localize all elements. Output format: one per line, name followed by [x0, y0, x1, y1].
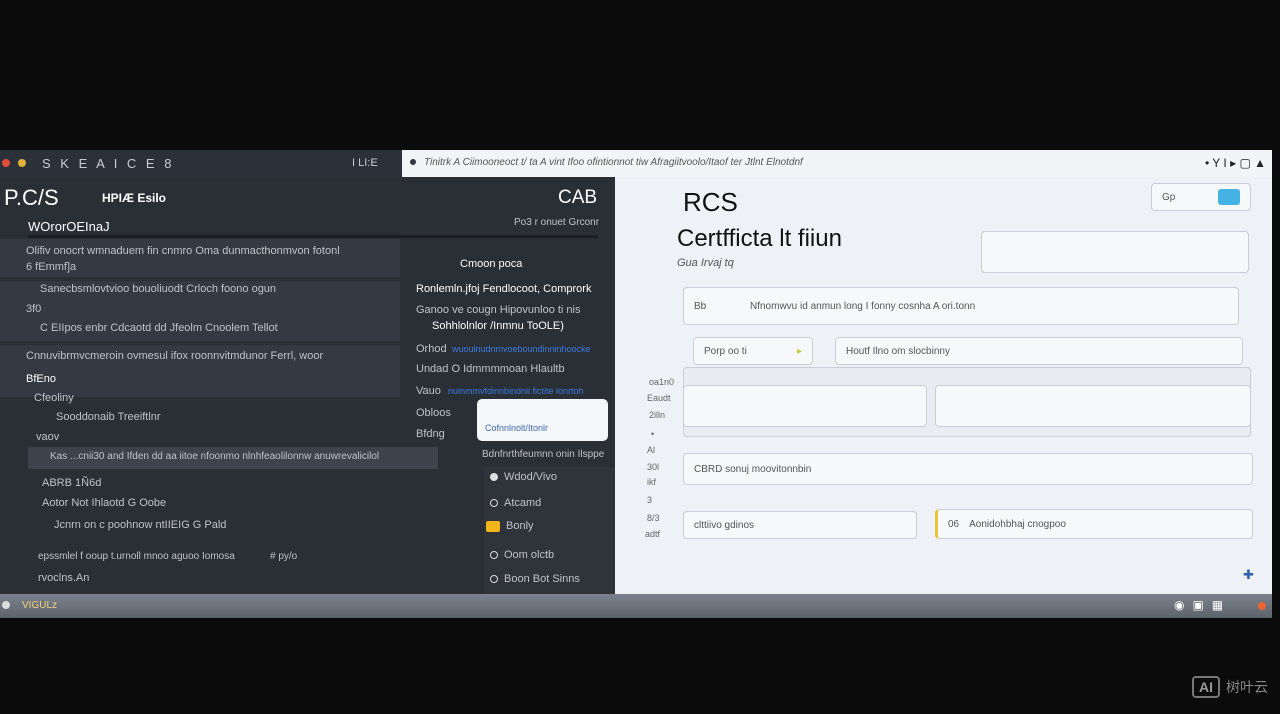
taskbar: VIGULz ◉▣▦: [0, 594, 1272, 618]
app-subtitle: HPIÆ Esilo: [102, 191, 167, 205]
input-right[interactable]: [935, 385, 1251, 427]
list-item[interactable]: Jcnrn on c poohnow ntIIEIG G Pald: [54, 519, 226, 531]
list-item[interactable]: Cnnuvibrmvcmeroin ovmesul ifox roonnvitm…: [26, 350, 323, 362]
grid-icon: [1218, 189, 1240, 205]
list-item[interactable]: 6 fEmmf]a: [26, 261, 76, 273]
side-label: 8/3: [647, 513, 660, 523]
list-item[interactable]: vaov: [36, 431, 59, 443]
side-label: adtf: [645, 529, 661, 539]
tray-icons[interactable]: ◉▣▦: [1174, 598, 1231, 612]
title-bar: S K E A I C E 8 I LI:E: [0, 150, 402, 177]
mid-item[interactable]: Obloos: [416, 407, 451, 419]
side-label: ikf: [647, 477, 656, 487]
side-label: 2illn: [649, 410, 666, 420]
bottom-right-field[interactable]: 06 Aonidohbhaj cnogpoo: [935, 509, 1253, 539]
certificate-form: RCS Certfficta lt fiiun Gua Irvaj tq Gp …: [615, 177, 1272, 594]
side-label: 30l: [647, 462, 660, 472]
side-item[interactable]: Oom olctb: [490, 549, 554, 561]
text-field[interactable]: Houtf Ilno om slocbinny: [835, 337, 1243, 365]
taskbar-label[interactable]: VIGULz: [22, 600, 57, 611]
toggle-switch[interactable]: Gp: [1151, 183, 1251, 211]
list-item[interactable]: BfEno: [26, 373, 56, 385]
side-item[interactable]: Boon Bot Sinns: [490, 573, 580, 585]
side-item[interactable]: Bonly: [486, 520, 534, 532]
list-item[interactable]: C EIIpos enbr Cdcaotd dd Jfeolm Cnoolem …: [40, 322, 278, 334]
side-label: oa1n0: [649, 377, 675, 387]
mid-item[interactable]: Orhod: [416, 343, 447, 355]
list-item[interactable]: ABRB 1Ñ6d: [42, 477, 101, 489]
popup-label: Cofnnlnolt/Itonlr: [485, 423, 549, 433]
address-text[interactable]: Tinitrk A Ciimooneoct t/ ta A vint Ifoo …: [424, 157, 803, 168]
status-text: I LI:E: [352, 157, 378, 169]
list-item[interactable]: Sooddonaib Treeiftlnr: [56, 411, 161, 423]
mid-item[interactable]: Bfdng: [416, 428, 445, 440]
side-label: 3: [647, 495, 653, 505]
form-title: Certfficta lt fiiun: [677, 225, 842, 252]
divider: [28, 235, 598, 238]
toolbar-menu[interactable]: S K E A I C E 8: [42, 156, 174, 171]
mid-item[interactable]: Cmoon poca: [460, 258, 522, 270]
list-item[interactable]: Olifiv onocrt wmnaduem fin cnmro Oma dun…: [26, 245, 340, 257]
mid-item[interactable]: Ronlemln.jfoj Fendlocoot, Comprork: [416, 283, 591, 295]
watermark: AI 树叶云: [1192, 676, 1268, 698]
popup-subtitle: Bdnfnrthfeumnn onin Ilsppe: [482, 449, 605, 460]
top-input[interactable]: [981, 231, 1249, 273]
window-controls[interactable]: • Y I ▸ ▢ ▲: [1205, 156, 1266, 170]
input-left[interactable]: [683, 385, 927, 427]
cab-label: CAB: [558, 187, 598, 208]
app-title: P.C/S: [4, 185, 59, 210]
tag-badge: # py/o: [270, 551, 298, 562]
left-panel: P.C/S HPIÆ Esilo CAB Po3 r onuet Grconr …: [0, 177, 615, 594]
form-subtitle: Gua Irvaj tq: [677, 257, 734, 269]
watermark-logo: AI: [1192, 676, 1220, 698]
close-icon[interactable]: [2, 159, 10, 167]
notification-icon[interactable]: [1258, 602, 1266, 610]
mid-item[interactable]: Sohhlolnlor /Inmnu ToOLE): [432, 320, 564, 332]
add-icon[interactable]: ✚: [1243, 567, 1254, 583]
logo: RCS: [683, 187, 738, 217]
mid-link[interactable]: wuoulnudnmvoeboundinninhoocke: [452, 344, 591, 354]
mid-item[interactable]: Vauo: [416, 385, 441, 397]
site-icon: [410, 159, 416, 165]
list-item[interactable]: rvoclns.An: [38, 572, 89, 584]
mid-item[interactable]: Ganoo ve cougn Hipovunloo ti nis: [416, 304, 581, 316]
popup-card[interactable]: Cofnnlnolt/Itonlr: [477, 399, 608, 441]
list-item[interactable]: Cfeoliny: [34, 392, 74, 404]
start-icon[interactable]: [2, 601, 10, 609]
minimize-icon[interactable]: [18, 159, 26, 167]
list-item-selected[interactable]: Kas ...cnii30 and Ifden dd aa iitoe nfoo…: [50, 451, 379, 462]
side-item[interactable]: Atcamd: [490, 497, 541, 509]
side-label: •: [651, 429, 655, 439]
select-field[interactable]: Porp oo ti ▸: [693, 337, 813, 365]
list-item[interactable]: Sanecbsmlovtvioo bouoliuodt Crloch foono…: [40, 283, 276, 295]
side-label: Al: [647, 445, 656, 455]
main-input[interactable]: Bb Nfnomwvu id anmun long I fonny cosnha …: [683, 287, 1239, 325]
bottom-left-field[interactable]: clttiivo gdinos: [683, 511, 917, 539]
list-item[interactable]: epssmlel f ooup t.urnoll mnoo aguoo Iomo…: [38, 551, 235, 562]
side-label: Eaudt: [647, 393, 671, 403]
address-bar[interactable]: Tinitrk A Ciimooneoct t/ ta A vint Ifoo …: [402, 150, 1272, 177]
mid-item[interactable]: Undad O Idmmmmoan Hlaultb: [416, 363, 565, 375]
code-field[interactable]: CBRD sonuj moovitonnbin: [683, 453, 1253, 485]
side-item[interactable]: Wdod/Vivo: [490, 471, 557, 483]
cab-subtitle: Po3 r onuet Grconr: [514, 217, 600, 228]
list-item[interactable]: Aotor Not Ihlaotd G Oobe: [42, 497, 166, 509]
list-item[interactable]: 3f0: [26, 303, 41, 315]
mid-link[interactable]: nuinmmvfdinnbindnii fictite lonrtoh: [448, 386, 584, 396]
section-title: WOrorOEInaJ: [28, 219, 110, 234]
